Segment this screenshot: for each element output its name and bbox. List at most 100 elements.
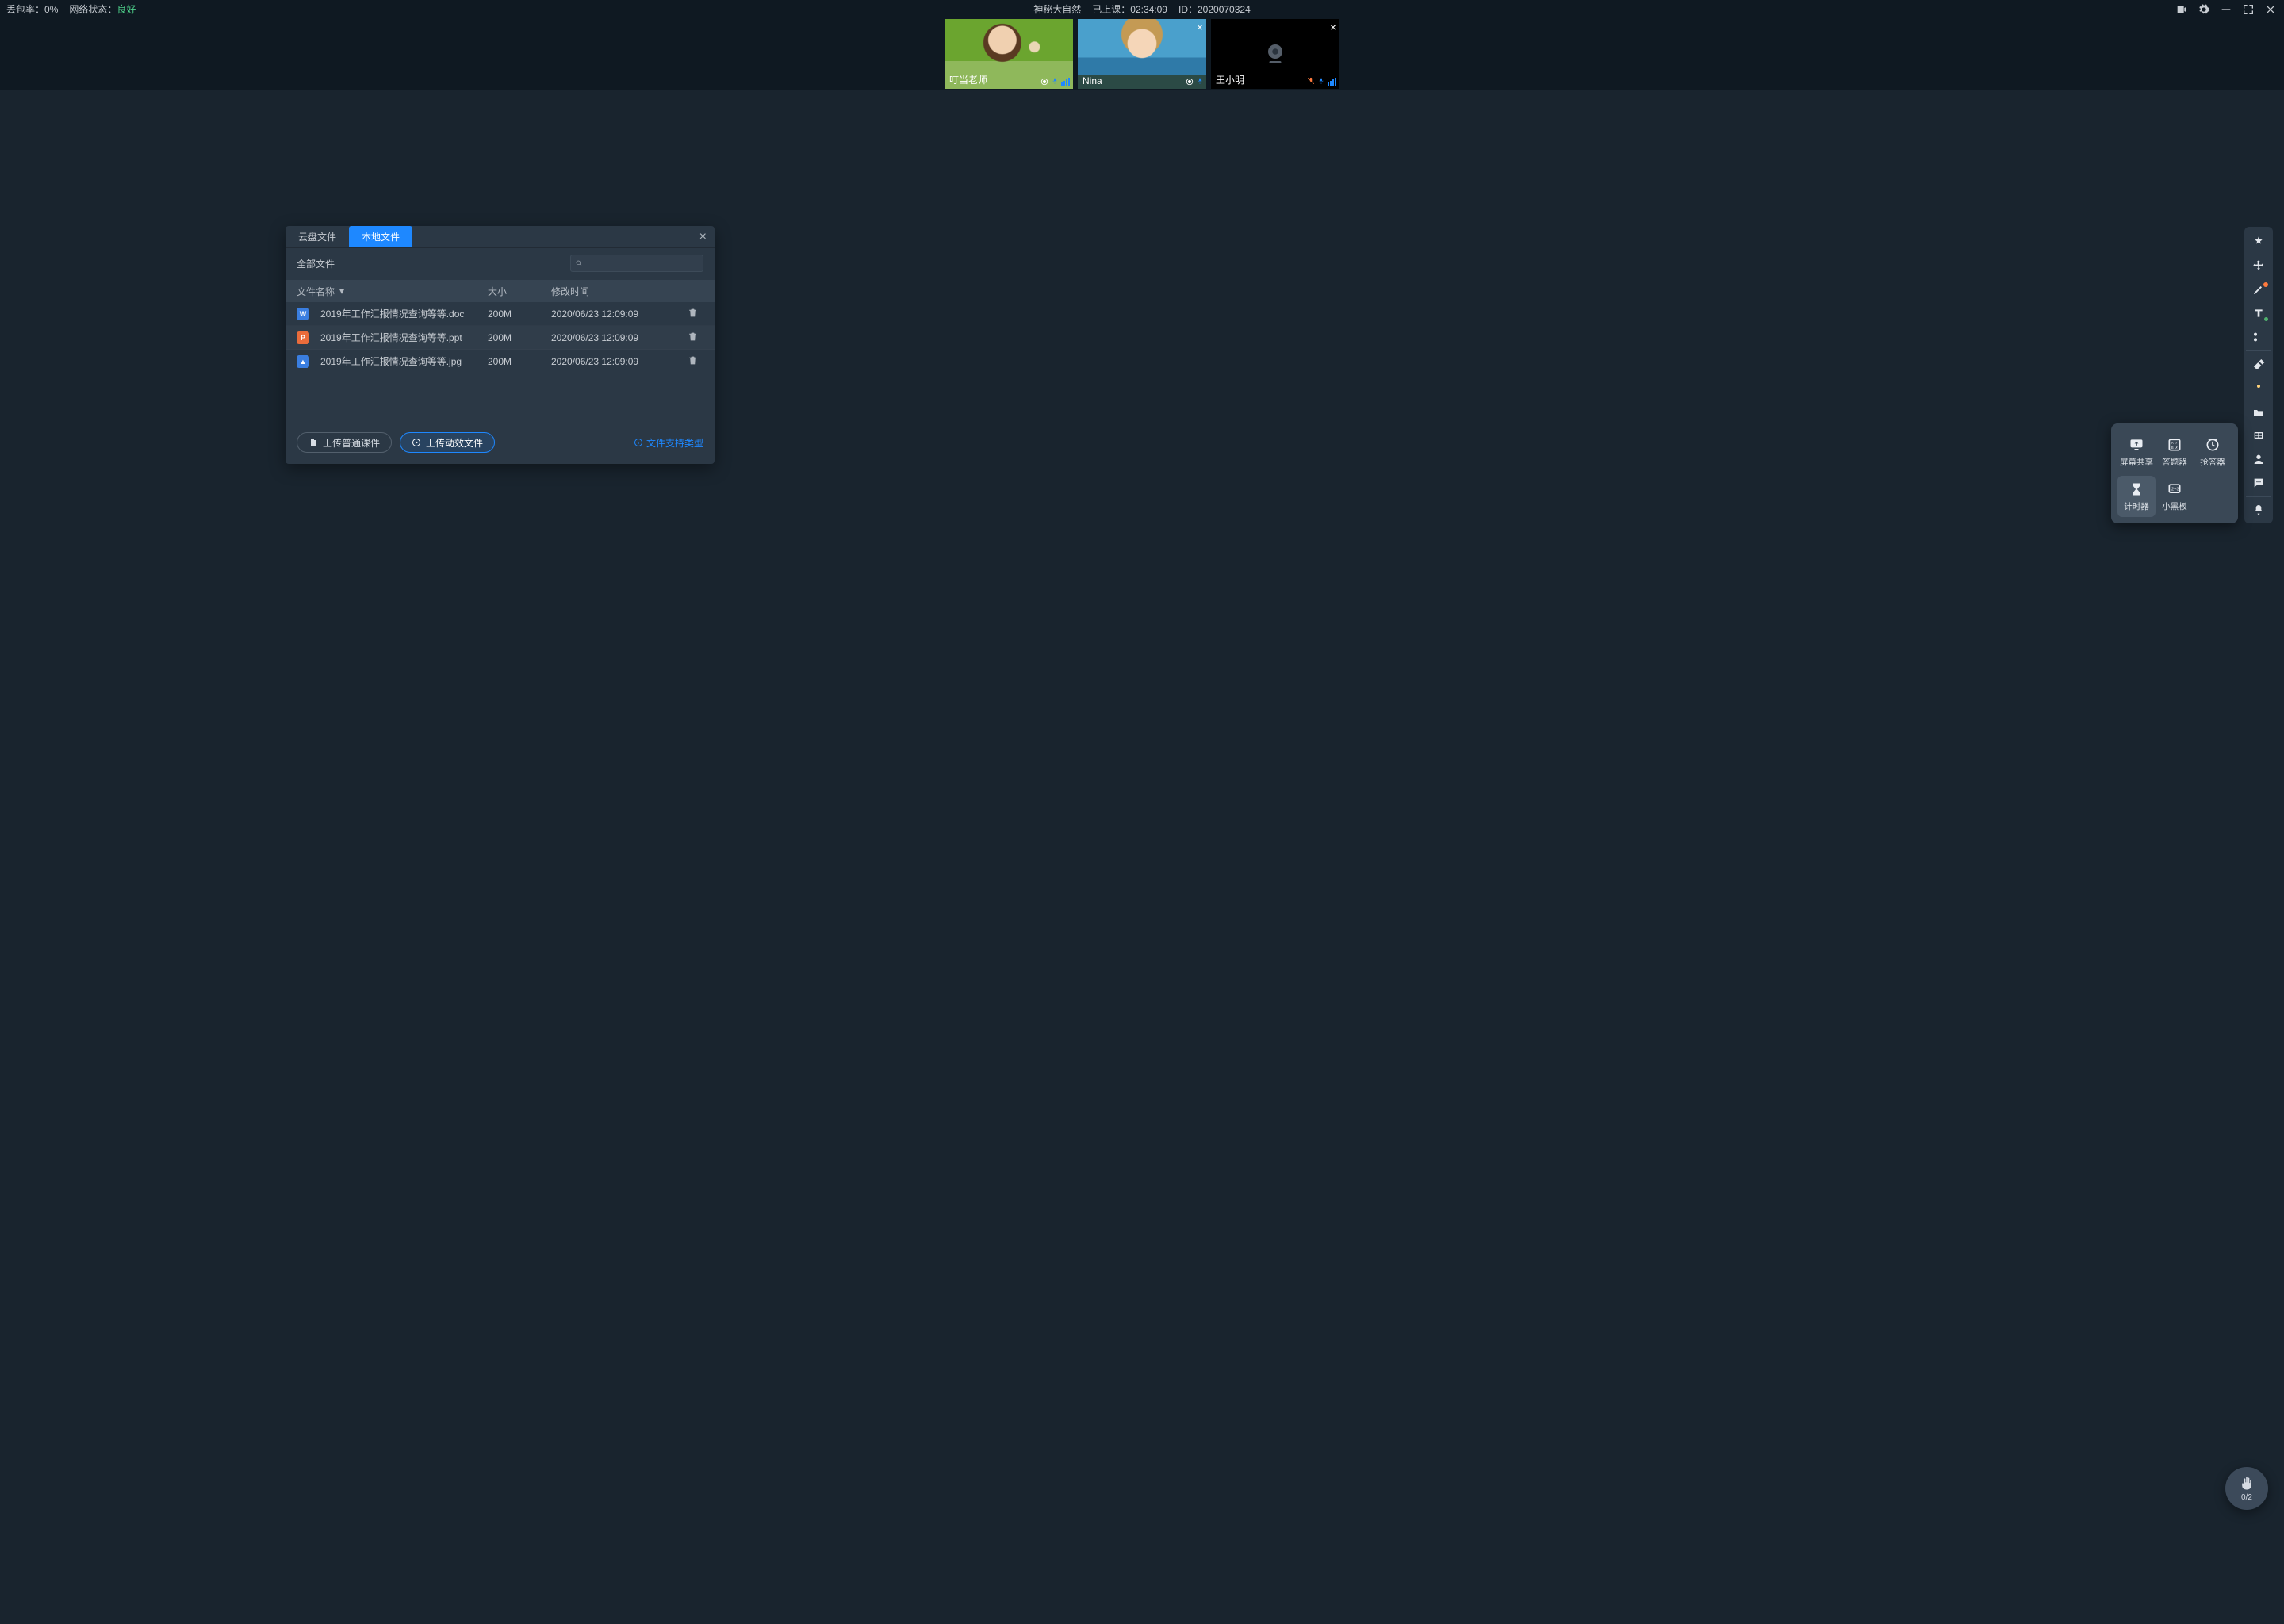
file-row[interactable]: W 2019年工作汇报情况查询等等.doc 200M 2020/06/23 12… <box>286 302 715 326</box>
tool-timer[interactable]: 计时器 <box>2117 476 2156 517</box>
file-size: 200M <box>488 308 551 320</box>
svg-text:A: A <box>2171 441 2174 445</box>
tool-eraser[interactable] <box>2246 350 2271 374</box>
packet-loss-value: 0% <box>44 4 58 15</box>
mic-on-icon <box>1197 76 1203 86</box>
tool-buzz[interactable]: 抢答器 <box>2194 431 2232 473</box>
dialog-close-icon[interactable]: × <box>699 230 707 244</box>
file-name: 2019年工作汇报情况查询等等.jpg <box>320 354 462 368</box>
col-size[interactable]: 大小 <box>488 285 551 298</box>
sort-desc-icon[interactable]: ▾ <box>339 285 344 297</box>
hourglass-icon <box>2128 481 2145 497</box>
tool-folder[interactable] <box>2246 400 2271 423</box>
image-file-icon: ▲ <box>297 355 309 368</box>
search-icon <box>576 259 582 268</box>
participant-tile[interactable]: 叮当老师 <box>945 19 1073 89</box>
delete-file-button[interactable] <box>681 331 703 344</box>
webcam-off-icon <box>1261 40 1290 68</box>
room-id-value: 2020070324 <box>1198 4 1251 15</box>
maximize-button[interactable] <box>2241 2 2255 17</box>
raise-hand-count: 0/2 <box>2241 1493 2252 1502</box>
volume-bars-icon <box>1328 78 1336 86</box>
upload-motion-button[interactable]: 上传动效文件 <box>400 432 495 453</box>
participant-name: 叮当老师 <box>949 73 987 86</box>
mic-on-icon <box>1052 76 1058 86</box>
answer-icon: A✓B✗ <box>2166 437 2183 453</box>
video-strip: 叮当老师 × Nina × 王小明 <box>0 18 2284 90</box>
tools-popup: 屏幕共享 A✓B✗ 答题器 抢答器 计时器 2+3 小黑板 <box>2111 423 2238 523</box>
doc-file-icon: W <box>297 308 309 320</box>
svg-text:B: B <box>2171 446 2174 450</box>
network-value: 良好 <box>117 4 136 15</box>
camera-on-icon <box>1186 78 1194 86</box>
file-dialog: 云盘文件 本地文件 × 全部文件 文件名称 ▾ 大小 修改时间 W 2019年工… <box>286 226 715 464</box>
filter-all-files[interactable]: 全部文件 <box>297 257 335 270</box>
blackboard-icon: 2+3 <box>2166 481 2183 497</box>
file-name: 2019年工作汇报情况查询等等.ppt <box>320 331 462 344</box>
col-date[interactable]: 修改时间 <box>551 285 681 298</box>
file-table-header: 文件名称 ▾ 大小 修改时间 <box>286 280 715 302</box>
delete-file-button[interactable] <box>681 355 703 368</box>
file-list: W 2019年工作汇报情况查询等等.doc 200M 2020/06/23 12… <box>286 302 715 373</box>
tool-pen[interactable] <box>2246 278 2271 301</box>
mic-muted-icon <box>1307 76 1315 86</box>
upload-normal-button[interactable]: 上传普通课件 <box>297 432 392 453</box>
raise-hand-fab[interactable]: 0/2 <box>2225 1467 2268 1510</box>
tool-screen-share[interactable]: 屏幕共享 <box>2117 431 2156 473</box>
room-id-label: ID： <box>1178 4 1198 15</box>
hand-icon <box>2239 1476 2255 1492</box>
network-label: 网络状态： <box>69 4 117 15</box>
supported-types-link[interactable]: 文件支持类型 <box>634 436 703 450</box>
file-date: 2020/06/23 12:09:09 <box>551 308 681 320</box>
trash-icon <box>688 331 698 342</box>
participant-name: Nina <box>1083 75 1102 86</box>
file-size: 200M <box>488 356 551 367</box>
tool-chat[interactable] <box>2246 471 2271 495</box>
search-field[interactable] <box>585 259 698 268</box>
delete-file-button[interactable] <box>681 308 703 320</box>
participant-tile[interactable]: × Nina <box>1078 19 1206 89</box>
tool-person[interactable] <box>2246 447 2271 471</box>
tile-close-icon[interactable]: × <box>1330 21 1336 33</box>
settings-icon[interactable] <box>2197 2 2211 17</box>
tool-text[interactable] <box>2246 301 2271 325</box>
tool-answer[interactable]: A✓B✗ 答题器 <box>2156 431 2194 473</box>
file-row[interactable]: ▲ 2019年工作汇报情况查询等等.jpg 200M 2020/06/23 12… <box>286 350 715 373</box>
trash-icon <box>688 355 698 366</box>
volume-bars-icon <box>1061 78 1070 86</box>
tool-pointer[interactable] <box>2246 230 2271 254</box>
tool-bell[interactable] <box>2246 496 2271 520</box>
info-icon <box>634 438 643 447</box>
tool-dot[interactable] <box>2246 374 2271 398</box>
elapsed-value: 02:34:09 <box>1130 4 1167 15</box>
camera-on-icon <box>1040 78 1048 86</box>
close-button[interactable] <box>2263 2 2278 17</box>
tile-close-icon[interactable]: × <box>1197 21 1203 33</box>
file-row[interactable]: P 2019年工作汇报情况查询等等.ppt 200M 2020/06/23 12… <box>286 326 715 350</box>
tool-move[interactable] <box>2246 254 2271 278</box>
file-name: 2019年工作汇报情况查询等等.doc <box>320 307 464 320</box>
play-circle-icon <box>412 438 421 447</box>
tile-indicators <box>1307 76 1336 86</box>
svg-text:✓: ✓ <box>2175 441 2178 445</box>
tool-scissors[interactable] <box>2246 325 2271 349</box>
minimize-button[interactable] <box>2219 2 2233 17</box>
tool-blackboard[interactable]: 2+3 小黑板 <box>2156 476 2194 517</box>
status-bar: 丢包率：0% 网络状态：良好 神秘大自然 已上课：02:34:09 ID：202… <box>0 0 2284 18</box>
tab-cloud-files[interactable]: 云盘文件 <box>286 226 349 247</box>
participant-tile[interactable]: × 王小明 <box>1211 19 1339 89</box>
trash-icon <box>688 308 698 318</box>
right-toolbar <box>2244 227 2273 523</box>
packet-loss-label: 丢包率： <box>6 4 44 15</box>
buzz-icon <box>2204 437 2221 453</box>
mic-icon <box>1318 76 1324 86</box>
file-date: 2020/06/23 12:09:09 <box>551 332 681 343</box>
participant-name: 王小明 <box>1216 73 1244 86</box>
screen-share-icon <box>2128 437 2145 453</box>
tool-apps[interactable] <box>2246 423 2271 447</box>
file-date: 2020/06/23 12:09:09 <box>551 356 681 367</box>
col-name[interactable]: 文件名称 <box>297 285 335 298</box>
camera-icon[interactable] <box>2175 2 2189 17</box>
search-input[interactable] <box>570 255 703 272</box>
tab-local-files[interactable]: 本地文件 <box>349 226 412 247</box>
